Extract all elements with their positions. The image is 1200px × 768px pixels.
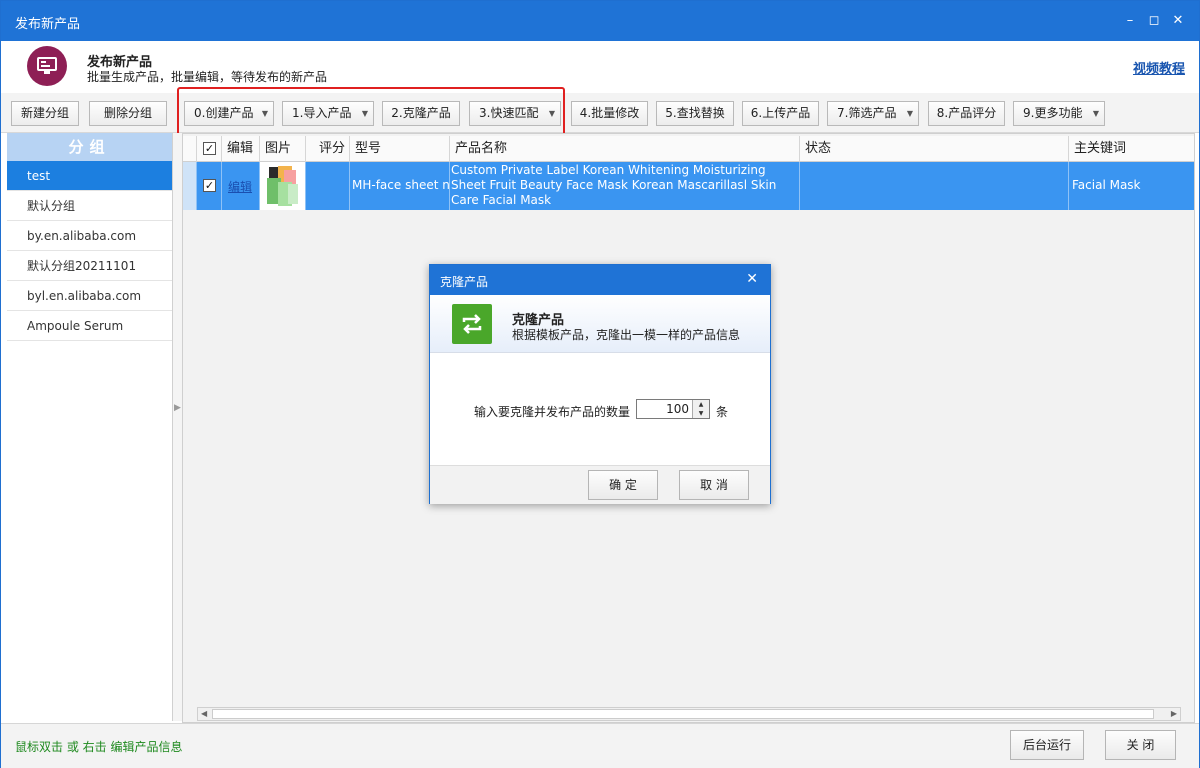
sidebar-item-byl-alibaba[interactable]: byl.en.alibaba.com [7, 281, 172, 311]
face-mask-image-icon [267, 166, 298, 206]
row-name-cell: Custom Private Label Korean Whitening Mo… [450, 162, 800, 210]
sidebar-item-default-group-20211101[interactable]: 默认分组20211101 [7, 251, 172, 281]
column-header-score[interactable]: 评分 [306, 136, 350, 162]
dialog-title-bar[interactable]: 克隆产品 ✕ [430, 265, 770, 295]
group-sidebar: 分组 test 默认分组 by.en.alibaba.com 默认分组20211… [7, 133, 173, 721]
sidebar-item-test[interactable]: test [7, 161, 172, 191]
sidebar-splitter[interactable]: ▶ [173, 133, 182, 721]
column-header-model[interactable]: 型号 [350, 136, 450, 162]
row-keyword: Facial Mask [1072, 178, 1141, 192]
dropdown-arrow-icon: ▼ [906, 109, 913, 118]
highlight-annotation [177, 87, 565, 138]
scroll-right-icon[interactable]: ▶ [1171, 708, 1177, 720]
edit-link[interactable]: 编辑 [228, 178, 252, 195]
select-all-cell: ✓ [197, 136, 222, 162]
row-name: Custom Private Label Korean Whitening Mo… [451, 163, 777, 207]
quantity-value[interactable]: 100 [666, 402, 689, 416]
row-model-cell: MH-face sheet n [350, 162, 450, 210]
delete-group-button[interactable]: 删除分组 [89, 101, 167, 126]
collapse-arrow-icon[interactable]: ▶ [174, 403, 181, 413]
dialog-footer: 确 定 取 消 [430, 465, 770, 504]
sidebar-item-default-group[interactable]: 默认分组 [7, 191, 172, 221]
find-replace-button[interactable]: 5.查找替换 [656, 101, 734, 126]
upload-product-button[interactable]: 6.上传产品 [742, 101, 819, 126]
ok-button[interactable]: 确 定 [588, 470, 658, 500]
dialog-close-icon[interactable]: ✕ [746, 271, 758, 287]
row-edit-cell: 编辑 [222, 162, 260, 210]
scroll-left-icon[interactable]: ◀ [201, 708, 207, 720]
column-header-edit[interactable]: 编辑 [222, 136, 260, 162]
quantity-unit: 条 [716, 405, 729, 419]
footer-hint: 鼠标双击 或 右击 编辑产品信息 [15, 740, 183, 754]
product-thumbnail [260, 162, 306, 210]
group-header: 分组 [7, 133, 172, 161]
dialog-description: 根据模板产品，克隆出一模一样的产品信息 [512, 328, 741, 342]
dialog-header: 克隆产品 根据模板产品，克隆出一模一样的产品信息 [430, 295, 770, 353]
row-checkbox[interactable]: ✓ [203, 179, 216, 192]
dropdown-arrow-icon: ▼ [1092, 109, 1099, 118]
minimize-icon[interactable]: – [1119, 11, 1141, 31]
product-score-button[interactable]: 8.产品评分 [928, 101, 1005, 126]
row-indicator-header [183, 136, 197, 162]
maximize-icon[interactable]: ◻ [1143, 11, 1165, 31]
row-keyword-cell: Facial Mask [1069, 162, 1195, 210]
monitor-icon [27, 46, 67, 86]
filter-product-button[interactable]: 7.筛选产品 ▼ [827, 101, 919, 126]
row-status-cell [800, 162, 1069, 210]
batch-edit-button[interactable]: 4.批量修改 [571, 101, 648, 126]
close-icon[interactable]: ✕ [1167, 11, 1189, 31]
scrollbar-thumb[interactable] [212, 709, 1154, 719]
row-indicator [183, 162, 197, 210]
increment-arrow-icon[interactable]: ▲ [693, 400, 709, 409]
more-functions-button[interactable]: 9.更多功能 ▼ [1013, 101, 1105, 126]
video-tutorial-link[interactable]: 视频教程 [1133, 58, 1185, 77]
sidebar-item-ampoule-serum[interactable]: Ampoule Serum [7, 311, 172, 341]
background-run-button[interactable]: 后台运行 [1010, 730, 1084, 760]
dialog-title: 克隆产品 [440, 275, 489, 289]
decrement-arrow-icon[interactable]: ▼ [693, 409, 709, 418]
sidebar-item-by-alibaba[interactable]: by.en.alibaba.com [7, 221, 172, 251]
title-bar[interactable]: 发布新产品 – ◻ ✕ [1, 1, 1199, 41]
new-group-button[interactable]: 新建分组 [11, 101, 79, 126]
column-header-image[interactable]: 图片 [260, 136, 306, 162]
clone-product-dialog: 克隆产品 ✕ 克隆产品 根据模板产品，克隆出一模一样的产品信息 输入要克隆并发布… [429, 264, 771, 504]
table-header: ✓ 编辑 图片 评分 型号 产品名称 状态 主关键词 [183, 136, 1194, 162]
filter-product-label: 7.筛选产品 [837, 106, 897, 120]
cancel-button[interactable]: 取 消 [679, 470, 749, 500]
page-subtitle: 批量生成产品，批量编辑，等待发布的新产品 [87, 70, 328, 84]
footer-bar: 鼠标双击 或 右击 编辑产品信息 后台运行 关 闭 [1, 723, 1199, 768]
quantity-stepper[interactable]: 100 ▲ ▼ [636, 399, 710, 419]
page-header: 发布新产品 批量生成产品，批量编辑，等待发布的新产品 视频教程 [1, 41, 1199, 93]
clone-refresh-icon [452, 304, 492, 344]
more-functions-label: 9.更多功能 [1023, 106, 1083, 120]
row-score-cell [306, 162, 350, 210]
close-button[interactable]: 关 闭 [1105, 730, 1176, 760]
row-select-cell: ✓ [197, 162, 222, 210]
stepper-buttons: ▲ ▼ [692, 400, 709, 418]
column-header-keyword[interactable]: 主关键词 [1069, 136, 1195, 162]
window-title: 发布新产品 [15, 17, 81, 32]
column-header-name[interactable]: 产品名称 [450, 136, 800, 162]
column-header-status[interactable]: 状态 [800, 136, 1069, 162]
select-all-checkbox[interactable]: ✓ [203, 142, 216, 155]
row-model: MH-face sheet n [352, 178, 450, 192]
quantity-label: 输入要克隆并发布产品的数量 [474, 405, 631, 419]
horizontal-scrollbar[interactable]: ◀ ▶ [197, 707, 1181, 721]
table-row[interactable]: ✓ 编辑 MH-face sheet n Custom Private Labe… [183, 162, 1194, 210]
